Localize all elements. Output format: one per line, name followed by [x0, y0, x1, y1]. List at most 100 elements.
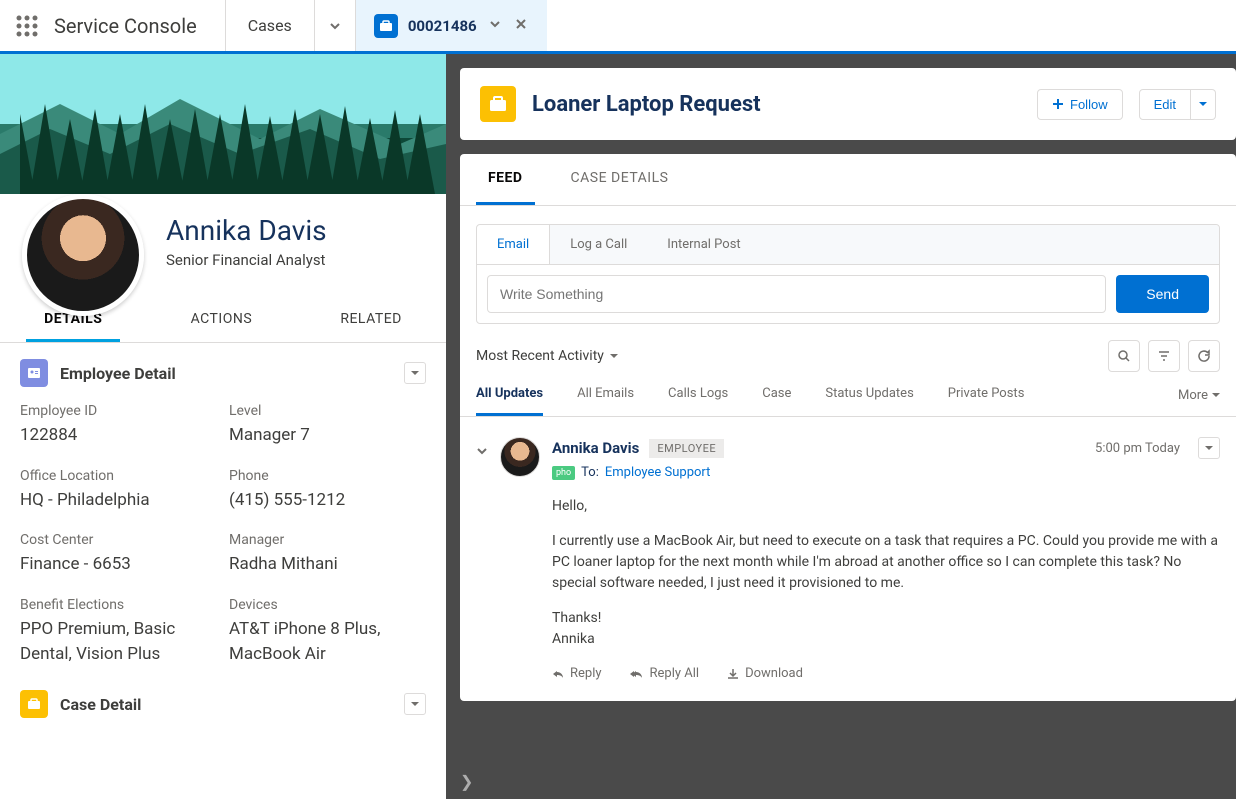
composer-tab-log-call[interactable]: Log a Call [550, 225, 647, 264]
refresh-icon [1197, 349, 1211, 363]
edit-button[interactable]: Edit [1139, 89, 1191, 120]
feed-search-button[interactable] [1108, 340, 1140, 372]
triangle-down-icon [610, 352, 618, 360]
close-icon [515, 18, 527, 30]
filter-calls-logs[interactable]: Calls Logs [668, 386, 728, 416]
triangle-down-icon [411, 369, 419, 377]
triangle-down-icon [1199, 100, 1207, 108]
feed-refresh-button[interactable] [1188, 340, 1220, 372]
chevron-down-icon [476, 445, 488, 457]
composer-tab-email[interactable]: Email [477, 225, 550, 264]
panel-title: Case Detail [60, 695, 392, 714]
triangle-down-icon [411, 700, 419, 708]
tab-case-details[interactable]: CASE DETAILS [559, 154, 681, 205]
app-title: Service Console [54, 0, 226, 51]
phone-badge-icon: pho [552, 466, 575, 480]
filter-all-updates[interactable]: All Updates [476, 386, 543, 416]
field-value: PPO Premium, Basic Dental, Vision Plus [20, 617, 217, 666]
tab-actions[interactable]: ACTIONS [173, 299, 271, 342]
field-label: Benefit Elections [20, 597, 217, 613]
filter-icon [1157, 349, 1171, 363]
follow-button[interactable]: Follow [1037, 89, 1123, 120]
case-header-card: Loaner Laptop Request Follow Edit [460, 68, 1236, 140]
field-label: Devices [229, 597, 426, 613]
field-value: Manager 7 [229, 423, 426, 448]
composer-tab-internal-post[interactable]: Internal Post [647, 225, 760, 264]
composer-input[interactable] [487, 275, 1106, 313]
plus-icon [1052, 98, 1064, 110]
search-icon [1117, 349, 1131, 363]
reply-icon [552, 668, 564, 680]
panel-menu[interactable] [404, 362, 426, 384]
download-button[interactable]: Download [727, 666, 803, 681]
filter-status-updates[interactable]: Status Updates [825, 386, 913, 416]
post-thanks: Thanks! [552, 608, 1220, 629]
post-author: Annika Davis [552, 439, 639, 457]
post-badge: EMPLOYEE [649, 439, 724, 458]
field-value: Radha Mithani [229, 552, 426, 577]
feed-card: FEED CASE DETAILS Email Log a Call Inter… [460, 154, 1236, 701]
chevron-down-icon [329, 20, 341, 32]
reply-button[interactable]: Reply [552, 666, 602, 681]
filter-more[interactable]: More [1178, 386, 1220, 416]
post-time: 5:00 pm Today [1095, 441, 1180, 456]
download-icon [727, 668, 739, 680]
feed-filter-button[interactable] [1148, 340, 1180, 372]
post-collapse[interactable] [476, 437, 488, 681]
reply-all-button[interactable]: Reply All [630, 666, 700, 681]
field-label: Cost Center [20, 532, 217, 548]
nav-item-cases[interactable]: Cases [226, 0, 315, 51]
field-label: Manager [229, 532, 426, 548]
tab-related[interactable]: RELATED [322, 299, 420, 342]
panel-menu[interactable] [404, 693, 426, 715]
case-title: Loaner Laptop Request [532, 92, 1021, 117]
post-avatar [500, 437, 540, 477]
tab-label: 00021486 [408, 17, 477, 35]
field-value: 122884 [20, 423, 217, 448]
app-launcher-icon[interactable] [0, 0, 54, 51]
top-navigation: Service Console Cases 00021486 [0, 0, 1236, 54]
briefcase-icon [480, 86, 516, 122]
field-value: (415) 555-1212 [229, 488, 426, 513]
field-value: AT&T iPhone 8 Plus, MacBook Air [229, 617, 426, 666]
contact-card-icon [20, 359, 48, 387]
tab-feed[interactable]: FEED [476, 154, 535, 205]
field-label: Office Location [20, 468, 217, 484]
briefcase-icon [374, 14, 398, 38]
post-menu[interactable] [1198, 437, 1220, 459]
post-greeting: Hello, [552, 496, 1220, 517]
triangle-down-icon [1212, 391, 1220, 399]
field-label: Employee ID [20, 403, 217, 419]
to-recipient-link[interactable]: Employee Support [605, 465, 711, 480]
filter-private-posts[interactable]: Private Posts [948, 386, 1025, 416]
right-panel: Loaner Laptop Request Follow Edit FEED C… [446, 54, 1236, 799]
filter-case[interactable]: Case [762, 386, 791, 416]
avatar [22, 194, 144, 316]
case-detail-panel: Case Detail [0, 670, 446, 738]
field-value: HQ - Philadelphia [20, 488, 217, 513]
send-button[interactable]: Send [1116, 275, 1209, 313]
field-label: Level [229, 403, 426, 419]
panel-title: Employee Detail [60, 364, 392, 383]
briefcase-icon [20, 690, 48, 718]
hero-banner [0, 54, 446, 194]
tab-close[interactable] [513, 18, 529, 34]
next-item-button[interactable]: ❯ [460, 772, 473, 791]
feed-post: Annika Davis EMPLOYEE 5:00 pm Today pho … [460, 417, 1236, 701]
field-label: Phone [229, 468, 426, 484]
person-name: Annika Davis [166, 214, 446, 247]
post-body: I currently use a MacBook Air, but need … [552, 531, 1220, 594]
to-label: To: [581, 465, 599, 480]
nav-item-cases-dropdown[interactable] [315, 0, 356, 51]
sort-button[interactable]: Most Recent Activity [476, 348, 618, 364]
composer: Email Log a Call Internal Post Send [476, 224, 1220, 324]
filter-all-emails[interactable]: All Emails [577, 386, 634, 416]
tab-dropdown[interactable] [487, 18, 503, 34]
field-value: Finance - 6653 [20, 552, 217, 577]
employee-detail-panel: Employee Detail Employee ID 122884 Level M… [0, 343, 446, 670]
follow-label: Follow [1070, 97, 1108, 112]
reply-all-icon [630, 668, 644, 680]
workspace-tab[interactable]: 00021486 [356, 0, 547, 51]
edit-dropdown[interactable] [1191, 89, 1216, 120]
post-signature: Annika [552, 629, 1220, 650]
